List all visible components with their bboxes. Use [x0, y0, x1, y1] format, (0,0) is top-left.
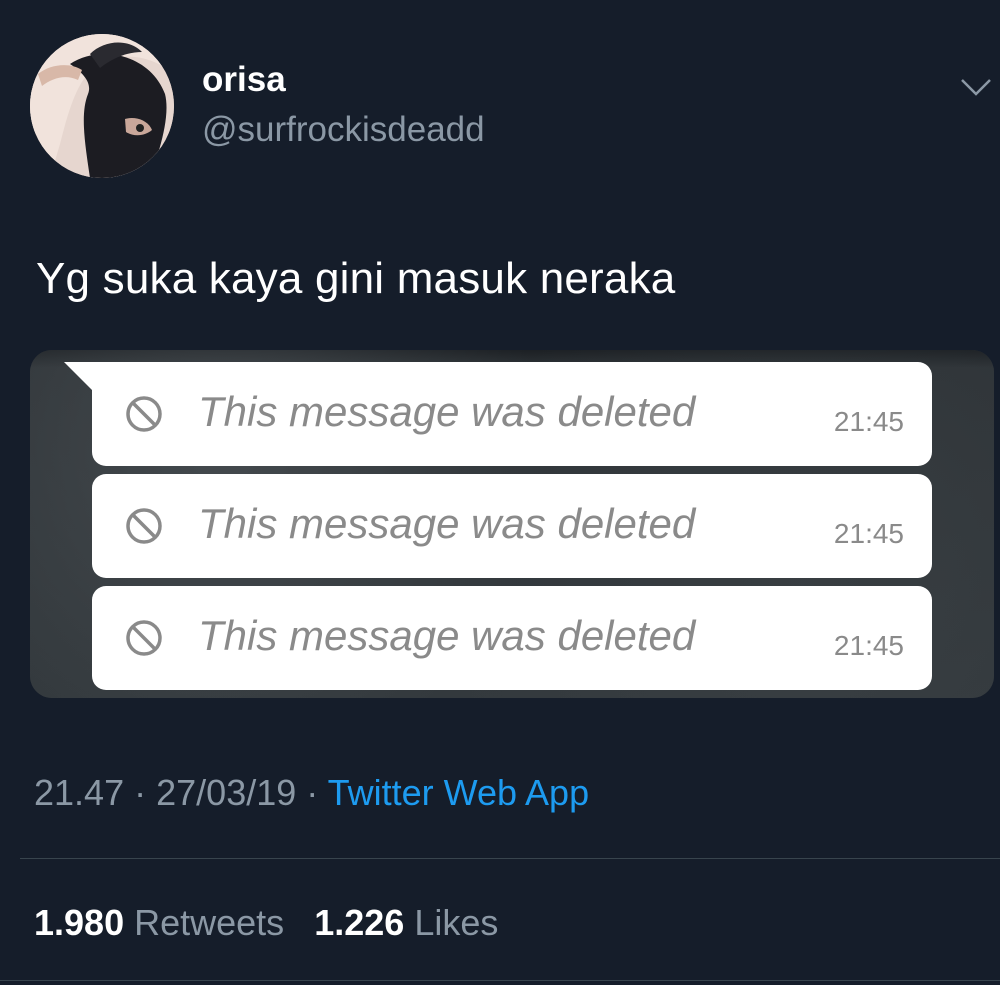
deleted-message-bubble: This message was deleted 21:45 — [92, 474, 932, 578]
ban-icon — [124, 618, 164, 658]
message-time: 21:45 — [833, 630, 904, 661]
retweets-stat[interactable]: 1.980 Retweets — [34, 902, 294, 943]
retweets-label: Retweets — [134, 902, 285, 943]
user-handle[interactable]: @surfrockisdeadd — [202, 110, 485, 150]
tweet-source-link[interactable]: Twitter Web App — [328, 772, 589, 813]
deleted-message-text: This message was deleted — [198, 500, 696, 547]
tweet-time[interactable]: 21.47 — [34, 772, 124, 813]
retweets-count: 1.980 — [34, 902, 125, 943]
deleted-message-text: This message was deleted — [198, 388, 696, 435]
tweet: orisa @surfrockisdeadd Yg suka kaya gini… — [0, 0, 1000, 985]
deleted-message-bubble: This message was deleted 21:45 — [64, 362, 932, 466]
ban-icon — [124, 394, 164, 434]
avatar[interactable] — [30, 34, 174, 178]
message-time: 21:45 — [833, 406, 904, 437]
likes-count: 1.226 — [314, 902, 405, 943]
bubble-tail — [64, 362, 94, 392]
tweet-text: Yg suka kaya gini masuk neraka — [36, 254, 676, 303]
tweet-media-image[interactable]: This message was deleted 21:45 This mess… — [30, 350, 994, 698]
divider — [20, 858, 1000, 859]
divider — [0, 980, 1000, 981]
meta-separator: · — [134, 772, 147, 813]
likes-stat[interactable]: 1.226 Likes — [314, 902, 498, 943]
deleted-message-bubble: This message was deleted 21:45 — [92, 586, 932, 690]
tweet-stats: 1.980 Retweets 1.226 Likes — [34, 902, 498, 944]
display-name[interactable]: orisa — [202, 60, 286, 100]
chevron-down-icon[interactable] — [958, 72, 994, 100]
likes-label: Likes — [414, 902, 499, 943]
ban-icon — [124, 506, 164, 546]
meta-separator: · — [306, 772, 319, 813]
tweet-meta: 21.47 · 27/03/19 · Twitter Web App — [34, 772, 589, 814]
tweet-date[interactable]: 27/03/19 — [156, 772, 296, 813]
deleted-message-text: This message was deleted — [198, 612, 696, 659]
profile-photo — [30, 34, 174, 178]
message-time: 21:45 — [833, 518, 904, 549]
